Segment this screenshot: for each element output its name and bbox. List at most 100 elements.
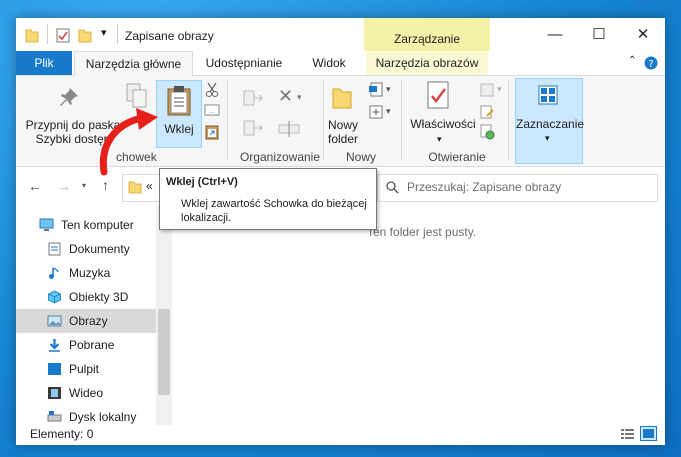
sidebar-item-label: Obiekty 3D	[69, 290, 129, 304]
properties-quick-icon[interactable]	[56, 27, 70, 43]
easy-access-dropdown-icon[interactable]: ▾	[386, 106, 391, 117]
paste-label: Wklej	[164, 122, 194, 136]
downloads-icon	[49, 339, 60, 352]
group-new-label: Nowy	[345, 150, 376, 164]
new-item-dropdown-icon[interactable]: ▾	[386, 84, 391, 95]
move-to-icon[interactable]	[243, 90, 265, 106]
delete-icon[interactable]: ✕	[278, 86, 293, 107]
close-button[interactable]: ✕	[621, 18, 665, 51]
search-placeholder: Przeszukaj: Zapisane obrazy	[407, 180, 562, 194]
history-icon[interactable]	[479, 124, 495, 140]
tab-share[interactable]: Udostępnianie	[196, 51, 292, 75]
properties-icon	[427, 81, 449, 109]
tooltip-body: Wklej zawartość Schowka do bieżącej loka…	[181, 198, 367, 224]
separator	[227, 80, 228, 160]
tab-file[interactable]: Plik	[16, 51, 72, 75]
sidebar-item-label: Pobrane	[69, 338, 115, 352]
sidebar-item-label: Obrazy	[69, 314, 108, 328]
new-folder-label-line1: Nowy	[327, 118, 358, 132]
sidebar-scrollbar[interactable]	[156, 205, 172, 425]
music-icon	[49, 267, 59, 279]
search-icon	[386, 181, 399, 194]
new-item-icon[interactable]	[368, 82, 384, 98]
contextual-tab-header: Zarządzanie	[364, 18, 490, 51]
open-dropdown-icon[interactable]: ▾	[497, 84, 502, 95]
sidebar-item-videos[interactable]: Wideo	[16, 381, 156, 405]
ribbon-tabs: Plik Narzędzia główne Udostępnianie Wido…	[16, 51, 665, 77]
separator	[508, 80, 509, 160]
sidebar-item-desktop[interactable]: Pulpit	[16, 357, 156, 381]
properties-button[interactable]: Właściwości	[404, 117, 482, 131]
tab-view[interactable]: Widok	[301, 51, 357, 75]
select-button[interactable]: Zaznaczanie ▾	[515, 78, 585, 164]
tab-picture-tools[interactable]: Narzędzia obrazów	[366, 51, 488, 75]
clipboard-icon	[167, 86, 191, 116]
customize-toolbar-icon[interactable]: ▾	[101, 26, 107, 39]
folder-icon	[25, 29, 39, 43]
sidebar-item-label: Pulpit	[69, 362, 100, 376]
paste-shortcut-icon[interactable]	[205, 124, 219, 140]
tooltip-title: Wklej (Ctrl+V)	[166, 176, 238, 188]
maximize-button[interactable]: ☐	[577, 18, 621, 51]
video-icon	[48, 387, 61, 399]
new-folder-label-line2: folder	[327, 132, 359, 146]
tab-home[interactable]: Narzędzia główne	[74, 51, 193, 77]
sidebar-item-3d-objects[interactable]: Obiekty 3D	[16, 285, 156, 309]
drive-icon	[47, 411, 62, 422]
sidebar-item-documents[interactable]: Dokumenty	[16, 237, 156, 261]
paste-button[interactable]: Wklej	[156, 80, 202, 148]
empty-folder-text: Ten folder jest pusty.	[367, 225, 477, 239]
sidebar-item-label: Dysk lokalny (C:)	[69, 410, 137, 424]
navigation-pane: Ten komputer Dokumenty Muzyka Obiekty 3D…	[16, 213, 156, 425]
minimize-button[interactable]: —	[533, 18, 577, 51]
folder-icon	[128, 181, 142, 194]
edit-icon[interactable]	[479, 104, 495, 120]
svg-text:?: ?	[648, 59, 653, 70]
ribbon-collapse-icon[interactable]: ⌃	[628, 55, 636, 66]
pin-icon	[60, 88, 78, 106]
new-folder-button[interactable]: Nowy folder	[321, 118, 365, 146]
desktop-icon	[48, 363, 61, 375]
sidebar-item-downloads[interactable]: Pobrane	[16, 333, 156, 357]
computer-icon	[39, 218, 54, 231]
details-view-icon[interactable]	[620, 428, 635, 440]
search-input[interactable]: Przeszukaj: Zapisane obrazy	[377, 174, 658, 202]
pictures-icon	[47, 315, 62, 327]
group-open-label: Otwieranie	[428, 150, 486, 164]
group-organize-label: Organizowanie	[239, 150, 321, 164]
sidebar-item-label: Ten komputer	[61, 218, 134, 232]
sidebar-item-this-pc[interactable]: Ten komputer	[16, 213, 156, 237]
up-arrow-icon[interactable]: ↑	[102, 177, 109, 193]
copy-path-icon[interactable]: ...	[204, 104, 220, 116]
status-bar	[16, 425, 665, 445]
address-overflow[interactable]: «	[146, 179, 153, 193]
back-arrow-icon[interactable]: ←	[28, 178, 42, 194]
window-title: Zapisane obrazy	[125, 29, 214, 43]
documents-icon	[48, 242, 61, 256]
annotation-arrow-icon	[99, 108, 158, 176]
sidebar-item-pictures[interactable]: Obrazy	[16, 309, 156, 333]
select-dropdown-icon: ▾	[545, 133, 550, 143]
copy-to-icon[interactable]	[243, 120, 265, 136]
scrollbar-thumb[interactable]	[158, 309, 170, 395]
separator	[401, 80, 402, 160]
cut-icon[interactable]	[205, 82, 219, 98]
help-icon[interactable]: ?	[644, 56, 658, 70]
forward-arrow-icon[interactable]: →	[57, 178, 71, 194]
large-icons-view-icon[interactable]	[640, 426, 657, 441]
recent-locations-icon[interactable]: ▾	[82, 181, 86, 190]
delete-dropdown-icon[interactable]: ▾	[297, 92, 302, 103]
properties-dropdown-icon[interactable]: ▾	[437, 132, 442, 146]
sidebar-item-local-disk[interactable]: Dysk lokalny (C:)	[16, 405, 156, 425]
select-label: Zaznaczanie	[516, 117, 585, 131]
new-folder-quick-icon[interactable]	[78, 27, 92, 43]
explorer-window: ▾ Zapisane obrazy Zarządzanie — ☐ ✕ Plik…	[16, 18, 665, 445]
rename-icon[interactable]	[278, 120, 300, 138]
new-folder-icon	[332, 88, 352, 109]
sidebar-item-label: Wideo	[69, 386, 104, 400]
open-icon[interactable]	[479, 82, 495, 98]
paste-tooltip: Wklej (Ctrl+V) Wklej zawartość Schowka d…	[159, 168, 377, 230]
sidebar-item-music[interactable]: Muzyka	[16, 261, 156, 285]
title-bar: ▾ Zapisane obrazy Zarządzanie — ☐ ✕	[16, 18, 665, 51]
easy-access-icon[interactable]	[368, 104, 384, 120]
